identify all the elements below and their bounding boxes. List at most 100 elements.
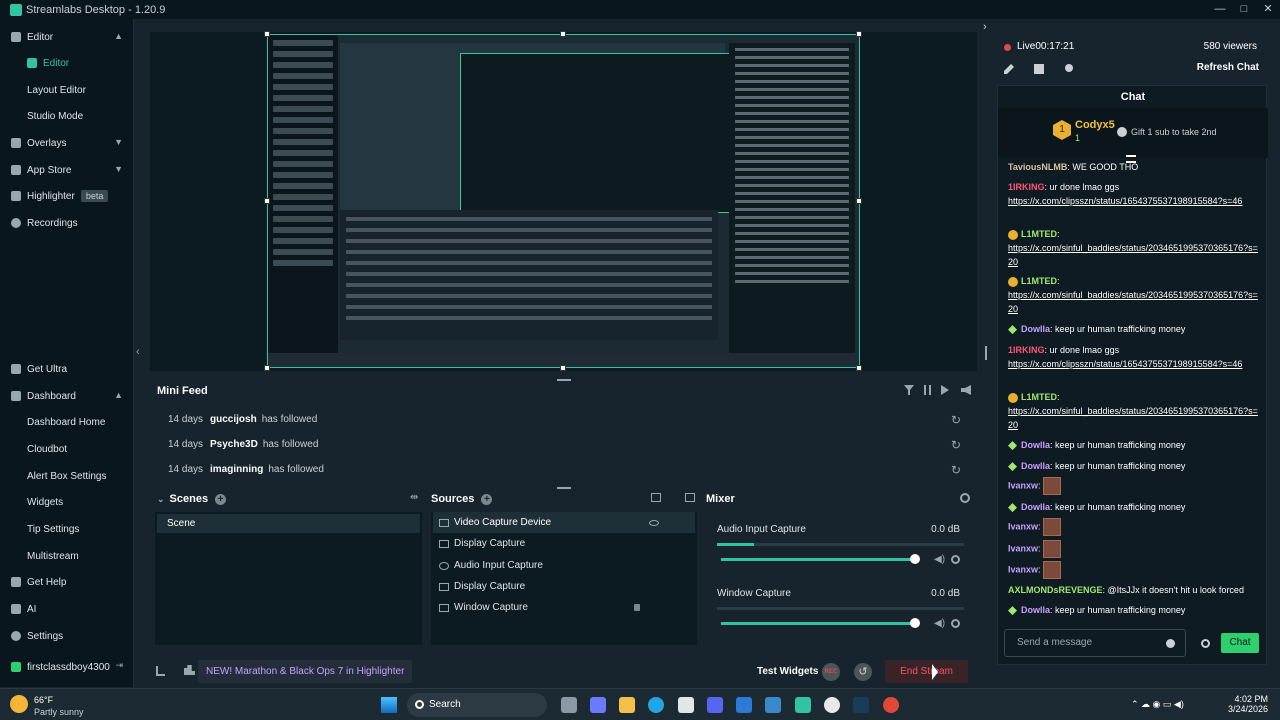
resize-handle[interactable] xyxy=(264,31,270,37)
lock-icon[interactable] xyxy=(634,604,640,611)
source-item[interactable]: Audio Input Capture xyxy=(433,555,695,576)
chat-message-input[interactable]: Send a message xyxy=(1004,629,1186,657)
chrome-icon[interactable] xyxy=(883,697,899,713)
gear-icon[interactable] xyxy=(951,555,960,564)
folder-icon[interactable] xyxy=(685,493,695,502)
gear-icon[interactable] xyxy=(1201,639,1210,648)
chat-username[interactable]: Ivanxw xyxy=(1008,521,1038,531)
discord-icon[interactable] xyxy=(707,697,723,713)
replay-icon[interactable]: ↻ xyxy=(951,438,961,452)
source-item[interactable]: Window Capture xyxy=(433,597,695,618)
volume-slider[interactable] xyxy=(721,554,920,564)
chat-username[interactable]: Dowlla xyxy=(1021,605,1050,615)
mail-icon[interactable] xyxy=(736,697,752,713)
taskbar-search[interactable]: Search xyxy=(407,693,547,717)
copilot-icon[interactable] xyxy=(590,697,606,713)
replay-icon[interactable]: ↻ xyxy=(951,413,961,427)
stream-preview[interactable] xyxy=(267,34,860,368)
resize-handle[interactable] xyxy=(264,198,270,204)
chat-link[interactable]: https://x.com/sinful_baddies/status/2034… xyxy=(1008,243,1258,267)
chevron-down-icon[interactable]: ⌄ xyxy=(157,494,165,505)
minimize-button[interactable]: — xyxy=(1208,0,1232,19)
streamlabs-icon[interactable] xyxy=(795,697,811,713)
add-scene-button[interactable]: + xyxy=(215,493,227,505)
itunes-icon[interactable] xyxy=(824,697,840,713)
end-stream-button[interactable]: End Stream xyxy=(885,660,968,683)
source-item[interactable]: Video Capture Device xyxy=(433,512,695,533)
sidebar-item-recordings[interactable]: Recordings xyxy=(0,212,134,234)
refresh-chat-button[interactable]: Refresh Chat xyxy=(1197,62,1259,73)
task-view-icon[interactable] xyxy=(561,697,577,713)
chat-username[interactable]: TaviousNLMB xyxy=(1008,162,1067,172)
sidebar-item-tip-settings[interactable]: Tip Settings xyxy=(0,518,134,540)
store-icon[interactable] xyxy=(678,697,694,713)
volume-slider[interactable] xyxy=(721,618,920,628)
sidebar-item-account[interactable]: firstclassdboy4300 ⇥ xyxy=(0,656,134,678)
maximize-button[interactable]: □ xyxy=(1232,0,1256,19)
edge-icon[interactable] xyxy=(648,697,664,713)
sidebar-item-highlighter[interactable]: Highlighter beta xyxy=(0,185,134,207)
sidebar-item-editor[interactable]: Editor xyxy=(0,52,134,74)
sidebar-item-studio-mode[interactable]: Studio Mode xyxy=(0,105,134,127)
chat-link[interactable]: https://x.com/clipsszn/status/1654375537… xyxy=(1008,359,1242,369)
steam-icon[interactable] xyxy=(853,697,869,713)
photos-icon[interactable] xyxy=(765,697,781,713)
chat-username[interactable]: 1IRKING xyxy=(1008,345,1045,355)
source-frame-icon[interactable] xyxy=(651,493,661,502)
scene-item[interactable]: Scene xyxy=(157,514,420,533)
notification-banner[interactable]: NEW! Marathon & Black Ops 7 in Highlight… xyxy=(198,660,413,683)
test-widgets-label[interactable]: Test Widgets xyxy=(757,666,818,677)
system-tray[interactable]: ⌃ ☁ ◉ ▭ ◀) xyxy=(1131,699,1184,710)
sidebar-item-dashboard[interactable]: Dashboard ▲ xyxy=(0,385,134,407)
sidebar-item-settings[interactable]: Settings xyxy=(0,625,134,647)
chat-link[interactable]: https://x.com/sinful_baddies/status/2034… xyxy=(1008,290,1258,314)
chat-username[interactable]: L1MTED xyxy=(1021,276,1057,286)
sidebar-item-cloudbot[interactable]: Cloudbot xyxy=(0,438,134,460)
sidebar-item-layout-editor[interactable]: Layout Editor xyxy=(0,79,134,101)
visibility-off-icon[interactable] xyxy=(649,519,659,526)
chat-username[interactable]: L1MTED xyxy=(1021,392,1057,402)
panel-resize-handle[interactable] xyxy=(557,487,571,489)
sidebar-item-ai[interactable]: AI xyxy=(0,598,134,620)
chat-link[interactable]: https://x.com/sinful_baddies/status/2034… xyxy=(1008,406,1258,430)
chat-username[interactable]: Dowlla xyxy=(1021,324,1050,334)
chat-username[interactable]: Dowlla xyxy=(1021,440,1050,450)
chat-link[interactable]: https://x.com/clipsszn/status/1654375537… xyxy=(1008,196,1242,206)
chat-resize-handle[interactable] xyxy=(985,346,987,360)
chevron-right-icon[interactable]: › xyxy=(983,21,987,33)
stats-icon[interactable] xyxy=(156,666,165,676)
chat-username[interactable]: Ivanxw xyxy=(1008,480,1038,490)
chat-username[interactable]: Ivanxw xyxy=(1008,564,1038,574)
replay-buffer-icon[interactable]: ↺ xyxy=(854,663,872,681)
chat-username[interactable]: Ivanxw xyxy=(1008,543,1038,553)
gear-icon[interactable] xyxy=(960,493,970,503)
resize-handle[interactable] xyxy=(264,365,270,371)
app-icon[interactable] xyxy=(1034,64,1044,74)
replay-icon[interactable]: ↻ xyxy=(951,463,961,477)
sidebar-item-get-ultra[interactable]: Get Ultra xyxy=(0,358,134,380)
sidebar-item-dashboard-home[interactable]: Dashboard Home xyxy=(0,411,134,433)
taskbar-clock[interactable]: 4:02 PM 3/24/2026 xyxy=(1222,694,1268,714)
sidebar-item-multistream[interactable]: Multistream xyxy=(0,545,134,567)
resize-handle[interactable] xyxy=(560,31,566,37)
sidebar-item-app-store[interactable]: App Store ▼ xyxy=(0,159,134,181)
chat-username[interactable]: AXLMONDsREVENGE xyxy=(1008,585,1103,595)
file-explorer-icon[interactable] xyxy=(619,697,635,713)
pause-icon[interactable] xyxy=(924,385,931,395)
send-chat-button[interactable]: Chat xyxy=(1221,633,1259,653)
source-item[interactable]: Display Capture xyxy=(433,533,695,554)
gift-prompt[interactable]: Gift 1 sub to take 2nd xyxy=(1131,127,1217,137)
chat-username[interactable]: 1IRKING xyxy=(1008,182,1045,192)
collapse-sidebar-icon[interactable]: ‹ xyxy=(136,346,140,358)
chat-username[interactable]: Dowlla xyxy=(1021,461,1050,471)
resize-handle[interactable] xyxy=(856,31,862,37)
chat-username[interactable]: L1MTED xyxy=(1021,229,1057,239)
chat-username[interactable]: Dowlla xyxy=(1021,502,1050,512)
speaker-icon[interactable]: ◀) xyxy=(934,554,945,565)
sidebar-item-alert-box-settings[interactable]: Alert Box Settings xyxy=(0,465,134,487)
emoji-icon[interactable] xyxy=(1166,639,1175,648)
source-item[interactable]: Display Capture xyxy=(433,576,695,597)
close-button[interactable]: ✕ xyxy=(1256,0,1280,19)
share-icon[interactable] xyxy=(1065,64,1073,72)
filter-icon[interactable] xyxy=(904,385,914,395)
